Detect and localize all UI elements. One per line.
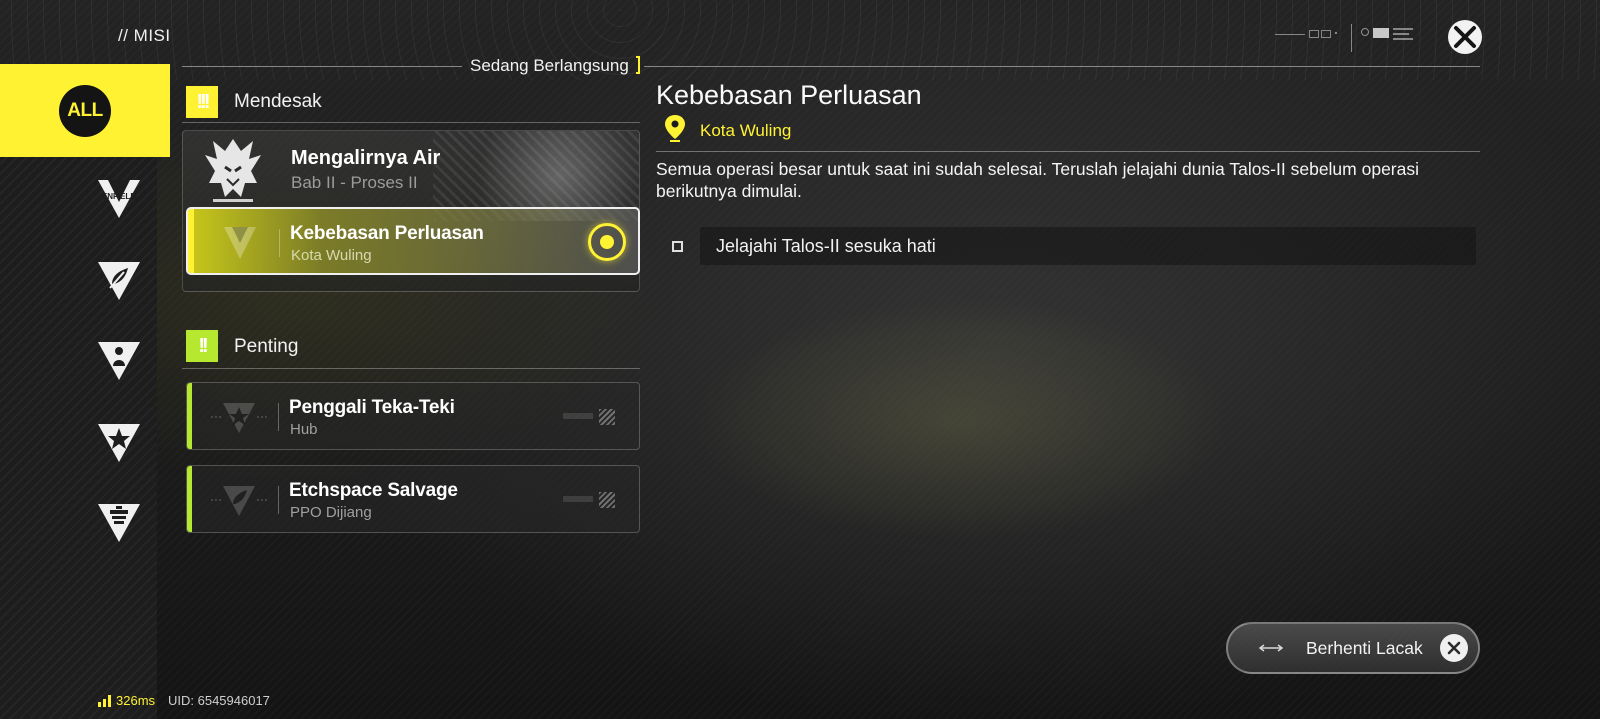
dragon-emblem-icon — [205, 139, 261, 202]
person-triangle-icon — [98, 342, 140, 380]
star-emblem-icon — [211, 403, 267, 433]
sidebar-item-leaf[interactable] — [96, 260, 142, 302]
objective-text: Jelajahi Talos-II sesuka hati — [716, 236, 936, 256]
leaf-triangle-icon — [98, 262, 140, 300]
hatch-decoration — [599, 492, 615, 508]
mission-title: Kebebasan Perluasan — [290, 223, 484, 244]
mission-subtitle: PPO Dijiang — [290, 504, 372, 521]
category-sidebar: ALL ENFIELD — [0, 64, 170, 719]
enfield-emblem-icon — [224, 227, 256, 259]
detail-location: Kota Wuling — [700, 121, 792, 140]
signal-bars-icon — [98, 695, 111, 707]
mission-title: Mengalirnya Air — [291, 147, 441, 169]
sidebar-item-list[interactable] — [96, 502, 142, 544]
group-rule-urgent — [182, 122, 640, 123]
card-separator — [279, 229, 280, 257]
leaf-emblem-icon — [211, 486, 267, 516]
stop-tracking-label: Berhenti Lacak — [1306, 638, 1423, 658]
list-triangle-icon — [98, 504, 140, 542]
stop-tracking-button[interactable]: Berhenti Lacak — [1226, 622, 1480, 674]
mission-accent-bar — [187, 383, 192, 449]
card-separator — [278, 486, 279, 514]
tab-rule-left — [182, 66, 462, 67]
star-triangle-icon — [98, 424, 140, 462]
page-title: // MISI — [118, 26, 171, 45]
mission-card[interactable]: Etchspace Salvage PPO Dijiang — [186, 465, 640, 533]
mission-subtitle: Kota Wuling — [291, 247, 372, 264]
user-id: UID: 6545946017 — [168, 693, 270, 708]
mission-subtitle: Bab II - Proses II — [291, 173, 418, 192]
sidebar-item-person[interactable] — [96, 340, 142, 382]
mission-card-selected[interactable]: Kebebasan Perluasan Kota Wuling — [186, 207, 640, 275]
all-label: ALL — [59, 84, 111, 137]
close-button[interactable] — [1448, 20, 1482, 54]
detail-title: Kebebasan Perluasan — [656, 80, 922, 110]
urgent-badge: !!! — [186, 86, 218, 118]
tracking-target-icon[interactable] — [588, 223, 626, 261]
hud-decoration — [1275, 24, 1415, 52]
objective-item: Jelajahi Talos-II sesuka hati — [700, 227, 1476, 265]
group-title-important: Penting — [234, 336, 299, 357]
important-badge: !! — [186, 330, 218, 362]
map-pin-icon — [665, 115, 685, 142]
group-rule-important — [182, 368, 640, 369]
mission-accent-bar — [188, 209, 194, 273]
sidebar-item-star[interactable] — [96, 422, 142, 464]
card-separator — [278, 403, 279, 431]
stop-close-icon — [1440, 634, 1468, 662]
detail-description: Semua operasi besar untuk saat ini sudah… — [656, 159, 1420, 201]
ping-readout: 326ms — [116, 693, 156, 708]
mission-title: Etchspace Salvage — [289, 480, 458, 501]
double-arrow-icon — [1258, 644, 1284, 652]
mission-code-decoration — [563, 496, 593, 502]
tab-rule-right — [644, 66, 1480, 67]
mission-subtitle: Hub — [290, 421, 318, 438]
mission-accent-bar — [187, 466, 192, 532]
tab-bracket — [636, 56, 640, 74]
detail-divider — [656, 151, 1480, 152]
sidebar-item-all[interactable]: ALL — [0, 64, 170, 157]
mission-title: Penggali Teka-Teki — [289, 397, 455, 418]
mission-card[interactable]: Penggali Teka-Teki Hub — [186, 382, 640, 450]
group-title-urgent: Mendesak — [234, 91, 322, 112]
objective-checkbox-icon — [672, 241, 683, 252]
enfield-v-icon: ENFIELD — [98, 180, 140, 218]
enfield-icon-label: ENFIELD — [102, 192, 136, 201]
sidebar-item-enfield[interactable]: ENFIELD — [96, 178, 142, 220]
mission-code-decoration — [563, 413, 593, 419]
close-x-icon — [1454, 26, 1476, 48]
hatch-decoration — [599, 409, 615, 425]
tab-in-progress[interactable]: Sedang Berlangsung — [466, 56, 633, 76]
